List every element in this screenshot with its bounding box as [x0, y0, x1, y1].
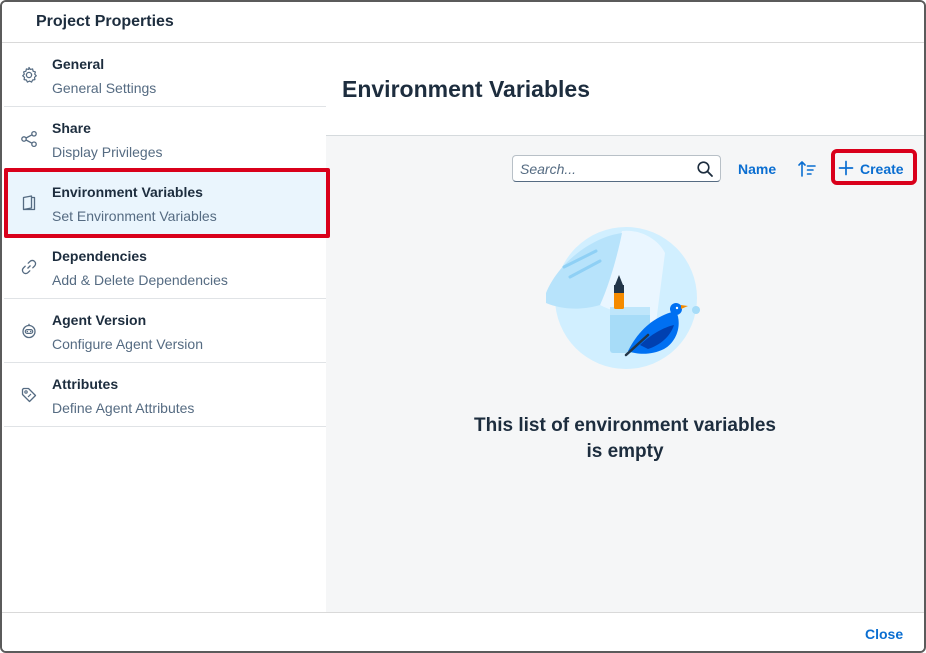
tag-icon: [20, 386, 38, 404]
search-field[interactable]: [512, 155, 721, 182]
dialog-footer: Close: [2, 612, 924, 651]
empty-state-message: This list of environment variables is em…: [425, 413, 825, 465]
close-button[interactable]: Close: [865, 626, 903, 642]
sort-ascending-icon[interactable]: [797, 159, 817, 179]
dialog-title: Project Properties: [36, 13, 174, 30]
sidebar-item-title: Share: [52, 120, 91, 136]
gear-icon: [20, 66, 38, 84]
sidebar-item-subtitle: Configure Agent Version: [52, 336, 203, 352]
sidebar-item-subtitle: Add & Delete Dependencies: [52, 272, 228, 288]
document-icon: [20, 194, 38, 212]
sidebar-item-environment-variables[interactable]: Environment Variables Set Environment Va…: [4, 171, 326, 235]
share-icon: [20, 130, 38, 148]
sidebar-item-general[interactable]: General General Settings: [4, 43, 326, 107]
content-header: Environment Variables: [326, 43, 924, 136]
sidebar-item-share[interactable]: Share Display Privileges: [4, 107, 326, 171]
create-button[interactable]: Create: [838, 157, 912, 182]
sidebar-item-title: Agent Version: [52, 312, 147, 328]
link-icon: [20, 258, 38, 276]
create-button-label: Create: [860, 161, 904, 177]
dialog-header: Project Properties: [2, 2, 924, 43]
page-title: Environment Variables: [342, 76, 590, 102]
sidebar-item-title: Environment Variables: [52, 184, 203, 200]
sidebar: General General Settings Share Display P…: [4, 43, 326, 612]
sidebar-item-subtitle: General Settings: [52, 80, 157, 96]
sidebar-item-subtitle: Define Agent Attributes: [52, 400, 195, 416]
sidebar-item-agent-version[interactable]: Agent Version Configure Agent Version: [4, 299, 326, 363]
search-icon[interactable]: [696, 160, 714, 178]
content-panel: Environment Variables Name Create: [326, 43, 924, 612]
robot-icon: [20, 322, 38, 340]
sort-by-name-button[interactable]: Name: [738, 161, 776, 177]
sidebar-item-dependencies[interactable]: Dependencies Add & Delete Dependencies: [4, 235, 326, 299]
empty-state-line-1: This list of environment variables: [474, 415, 776, 436]
sidebar-item-subtitle: Set Environment Variables: [52, 208, 217, 224]
sidebar-item-attributes[interactable]: Attributes Define Agent Attributes: [4, 363, 326, 427]
sidebar-item-subtitle: Display Privileges: [52, 144, 163, 160]
plus-icon: [838, 160, 854, 176]
empty-list-illustration: [540, 223, 700, 373]
sidebar-item-title: Attributes: [52, 376, 119, 392]
project-properties-dialog: Project Properties General General Setti…: [0, 0, 926, 653]
sidebar-item-title: General: [52, 56, 105, 72]
search-input[interactable]: [513, 156, 688, 181]
empty-state-line-2: is empty: [586, 441, 664, 462]
sidebar-item-title: Dependencies: [52, 248, 147, 264]
